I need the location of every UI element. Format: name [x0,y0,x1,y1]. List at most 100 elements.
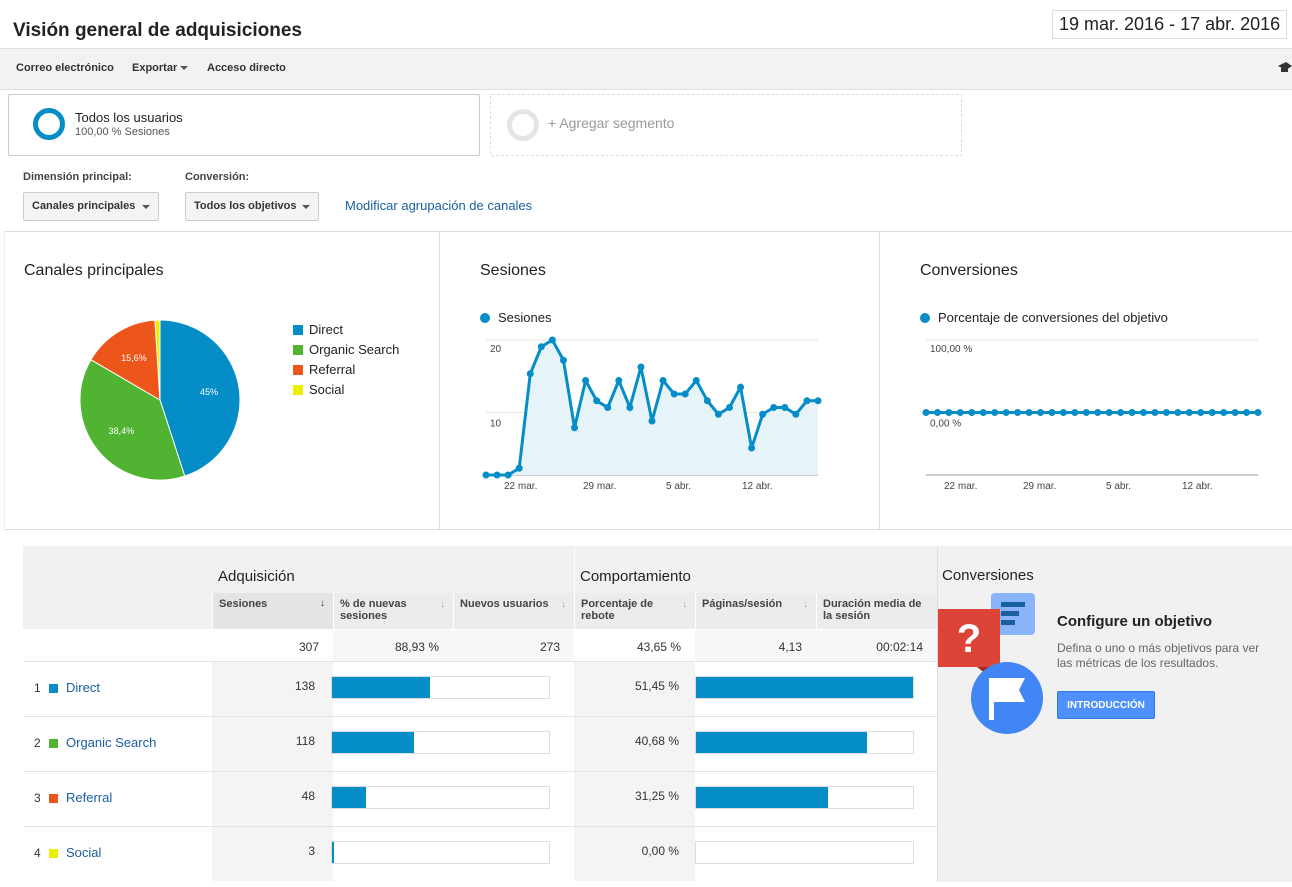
data-point[interactable] [1174,409,1182,416]
data-point[interactable] [1162,409,1170,416]
data-point[interactable] [933,409,941,416]
col-new-users[interactable]: Nuevos usuarios ↓ [453,593,574,629]
data-point[interactable] [770,404,778,411]
data-point[interactable] [703,397,711,405]
row-color-swatch [49,849,58,858]
data-point[interactable] [714,410,722,418]
add-segment-label: + Agregar segmento [548,115,675,131]
data-point[interactable] [648,417,656,425]
data-point[interactable] [637,363,645,371]
data-point[interactable] [748,444,756,452]
data-point[interactable] [692,377,700,384]
data-point[interactable] [759,410,767,418]
data-point[interactable] [504,471,512,479]
channel-link[interactable]: Social [66,845,101,860]
data-point[interactable] [1243,409,1251,416]
data-point[interactable] [604,404,612,411]
data-point[interactable] [615,377,623,384]
x-tick-label: 29 mar. [583,481,616,492]
primary-dimension-select[interactable]: Canales principales [23,192,159,221]
data-point[interactable] [803,397,811,405]
data-point[interactable] [548,336,556,344]
data-point[interactable] [1254,409,1262,416]
data-point[interactable] [1002,409,1010,416]
data-point[interactable] [1220,409,1228,416]
data-point[interactable] [1197,409,1205,416]
export-button[interactable]: Exportar [132,62,189,74]
data-point[interactable] [1140,409,1148,416]
col-bounce[interactable]: Porcentaje de rebote ↓ [574,593,695,629]
new-sessions-bar [331,841,550,864]
conversion-select[interactable]: Todos los objetivos [185,192,319,221]
data-point[interactable] [1208,409,1216,416]
data-point[interactable] [991,409,999,416]
data-point[interactable] [814,397,822,405]
data-point[interactable] [1231,409,1239,416]
data-point[interactable] [1059,409,1067,416]
legend-label: Organic Search [309,342,400,357]
data-point[interactable] [526,370,534,378]
conversion-label: Conversión: [185,171,250,183]
email-button[interactable]: Correo electrónico [16,62,114,74]
data-point[interactable] [945,409,953,416]
data-point[interactable] [559,356,567,364]
pages-session-bar [695,786,914,809]
col-label: Nuevos usuarios [460,598,549,610]
segment-all-users[interactable]: Todos los usuarios 100,00 % Sesiones [8,94,480,156]
data-point[interactable] [493,471,501,479]
data-point[interactable] [1185,409,1193,416]
chevron-down-icon [302,205,310,209]
data-point[interactable] [1025,409,1033,416]
data-point[interactable] [1014,409,1022,416]
date-range-picker[interactable]: 19 mar. 2016 - 17 abr. 2016 [1052,10,1288,39]
data-point[interactable] [626,404,634,411]
channel-link[interactable]: Direct [66,680,100,695]
modify-channel-grouping-link[interactable]: Modificar agrupación de canales [345,198,532,213]
data-point[interactable] [670,390,678,398]
data-point[interactable] [979,409,987,416]
chart-divider [879,231,880,530]
data-point[interactable] [737,383,745,391]
data-point[interactable] [1151,409,1159,416]
data-point[interactable] [792,410,800,418]
data-point[interactable] [681,390,689,398]
data-point[interactable] [968,409,976,416]
data-point[interactable] [1071,409,1079,416]
bounce-value: 0,00 % [641,844,679,858]
graduation-cap-icon[interactable] [1278,61,1292,75]
data-point[interactable] [781,404,789,411]
data-point[interactable] [1105,409,1113,416]
data-point[interactable] [1048,409,1056,416]
legend-label: Social [309,382,345,397]
data-point[interactable] [1094,409,1102,416]
data-point[interactable] [571,424,579,432]
col-sessions[interactable]: Sesiones ↓ [212,593,333,629]
col-new-sessions[interactable]: % de nuevas sesiones ↓ [333,593,453,629]
data-point[interactable] [725,404,733,411]
y-tick-label: 0,00 % [930,419,961,430]
data-point[interactable] [1036,409,1044,416]
chart-divider [439,231,440,530]
data-point[interactable] [659,377,667,384]
data-point[interactable] [537,343,545,351]
data-point[interactable] [1128,409,1136,416]
data-point[interactable] [1082,409,1090,416]
data-point[interactable] [482,471,490,479]
sessions-value: 3 [308,844,315,858]
y-tick-label: 100,00 % [930,344,972,355]
col-avg-duration[interactable]: Duración media de la sesión [816,593,937,629]
data-point[interactable] [956,409,964,416]
behavior-title: Comportamiento [580,568,691,585]
data-point[interactable] [515,464,523,472]
data-point[interactable] [582,377,590,384]
goal-setup-illustration: ? [938,593,1043,734]
data-point[interactable] [922,409,930,416]
introduction-button[interactable]: INTRODUCCIÓN [1057,691,1155,719]
add-segment-button[interactable]: + Agregar segmento [490,94,962,156]
col-pages-session[interactable]: Páginas/sesión ↓ [695,593,816,629]
channel-link[interactable]: Referral [66,790,112,805]
channel-link[interactable]: Organic Search [66,735,156,750]
data-point[interactable] [1117,409,1125,416]
shortcut-button[interactable]: Acceso directo [207,62,286,74]
data-point[interactable] [593,397,601,405]
